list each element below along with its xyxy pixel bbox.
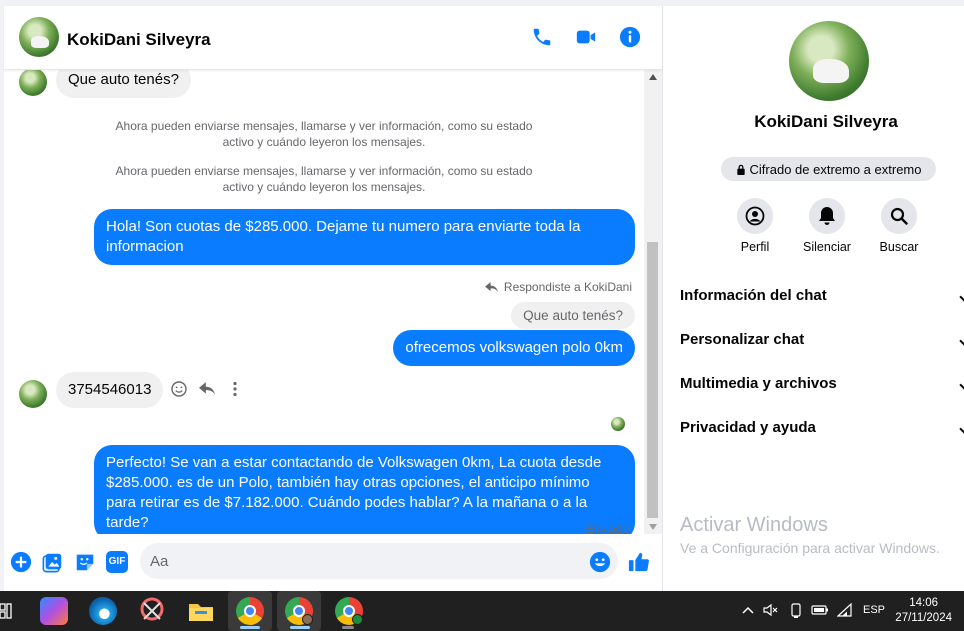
chevron-up-icon[interactable]	[742, 605, 754, 615]
device-icon[interactable]	[790, 603, 802, 619]
chat-info-panel: KokiDani Silveyra Cifrado de extremo a e…	[662, 6, 964, 591]
chevron-down-icon	[959, 335, 964, 347]
incoming-message[interactable]: 3754546013	[56, 372, 164, 408]
encryption-badge[interactable]: Cifrado de extremo a extremo	[721, 157, 936, 181]
emoji-icon[interactable]	[589, 551, 611, 573]
phone-icon[interactable]	[531, 26, 553, 48]
active-indicator	[290, 626, 310, 629]
message-input[interactable]	[140, 543, 618, 579]
system-notice: Ahora pueden enviarse mensajes, llamarse…	[115, 164, 533, 194]
section-privacy-help[interactable]: Privacidad y ayuda	[680, 419, 964, 436]
clock-time: 14:06	[909, 597, 939, 609]
scroll-down-arrow[interactable]	[649, 524, 657, 530]
gif-icon[interactable]: GIF	[106, 551, 128, 573]
profile-icon	[745, 206, 765, 226]
section-label: Multimedia y archivos	[680, 375, 837, 392]
reply-note: Respondiste a KokiDani	[485, 280, 632, 294]
outgoing-message[interactable]: ofrecemos volkswagen polo 0km	[393, 330, 635, 366]
profile-avatar[interactable]	[789, 21, 869, 101]
seen-avatar	[611, 417, 625, 431]
bell-icon	[819, 207, 835, 225]
section-label: Información del chat	[680, 287, 827, 304]
profile-label: Perfil	[740, 240, 770, 254]
reply-note-text: Respondiste a KokiDani	[503, 280, 632, 294]
like-icon[interactable]	[628, 551, 650, 573]
clock-date: 27/11/2024	[895, 612, 952, 624]
section-label: Privacidad y ayuda	[680, 419, 816, 436]
contact-avatar[interactable]	[19, 17, 59, 57]
edge-icon[interactable]	[89, 597, 117, 625]
sticker-icon[interactable]	[74, 551, 96, 573]
mute-label: Silenciar	[803, 240, 851, 254]
section-chat-info[interactable]: Información del chat	[680, 287, 964, 304]
activation-watermark-title: Activar Windows	[680, 514, 828, 536]
reply-icon	[485, 281, 498, 292]
clock[interactable]: 14:06 27/11/2024	[895, 596, 952, 626]
message-list[interactable]: Que auto tenés? Ahora pueden enviarse me…	[4, 70, 644, 534]
chrome-t-icon[interactable]	[335, 597, 363, 625]
delivery-status: Enviado	[585, 522, 629, 534]
system-notice: Ahora pueden enviarse mensajes, llamarse…	[115, 119, 533, 149]
profile-name: KokiDani Silveyra	[754, 112, 898, 131]
video-icon[interactable]	[575, 26, 597, 48]
outgoing-message[interactable]: Hola! Son cuotas de $285.000. Dejame tu …	[94, 209, 635, 265]
taskbar: ESP 14:06 27/11/2024	[0, 591, 964, 631]
section-customize-chat[interactable]: Personalizar chat	[680, 331, 964, 348]
scroll-thumb[interactable]	[647, 242, 658, 518]
message-avatar	[19, 380, 47, 408]
language-indicator[interactable]: ESP	[863, 604, 885, 616]
search-label: Buscar	[879, 240, 919, 254]
wifi-icon[interactable]	[837, 603, 853, 617]
plus-icon[interactable]	[10, 551, 32, 573]
snipping-icon[interactable]	[138, 597, 166, 625]
screen: KokiDani Silveyra Que auto tenés? Ahora …	[0, 0, 964, 631]
encryption-label: Cifrado de extremo a extremo	[749, 161, 922, 177]
message-avatar	[19, 70, 47, 96]
reply-icon[interactable]	[199, 382, 215, 396]
more-options-icon[interactable]	[232, 381, 238, 397]
chevron-down-icon	[959, 379, 964, 391]
search-icon	[890, 207, 908, 225]
activation-watermark-subtitle: Ve a Configuración para activar Windows.	[680, 540, 940, 556]
battery-icon[interactable]	[811, 604, 829, 616]
scroll-up-arrow[interactable]	[649, 74, 657, 80]
composer: GIF	[4, 538, 662, 586]
copilot-icon[interactable]	[40, 597, 68, 625]
section-label: Personalizar chat	[680, 331, 805, 348]
chevron-down-icon	[959, 423, 964, 435]
section-media-files[interactable]: Multimedia y archivos	[680, 375, 964, 392]
scrollbar[interactable]	[644, 70, 662, 534]
active-indicator	[240, 626, 260, 629]
search-button[interactable]: Buscar	[869, 198, 929, 254]
chat-header: KokiDani Silveyra	[4, 6, 662, 70]
chrome-icon[interactable]	[236, 597, 264, 625]
chrome-profile-icon[interactable]	[285, 597, 313, 625]
widgets-icon[interactable]	[0, 603, 12, 619]
mute-button[interactable]: Silenciar	[797, 198, 857, 254]
outgoing-message[interactable]: Perfecto! Se van a estar contactando de …	[94, 445, 635, 534]
quoted-message[interactable]: Que auto tenés?	[511, 302, 635, 329]
info-icon[interactable]	[619, 26, 641, 48]
lock-icon	[736, 164, 745, 175]
chevron-down-icon	[959, 291, 964, 303]
contact-name[interactable]: KokiDani Silveyra	[67, 30, 211, 50]
react-emoji-icon[interactable]	[171, 381, 187, 397]
running-indicator	[342, 626, 354, 629]
speaker-muted-icon[interactable]	[763, 603, 779, 617]
file-explorer-icon[interactable]	[187, 597, 215, 625]
profile-button[interactable]: Perfil	[725, 198, 785, 254]
gallery-icon[interactable]	[42, 551, 64, 573]
chat-pane: KokiDani Silveyra Que auto tenés? Ahora …	[4, 6, 662, 591]
incoming-message[interactable]: Que auto tenés?	[56, 70, 191, 98]
